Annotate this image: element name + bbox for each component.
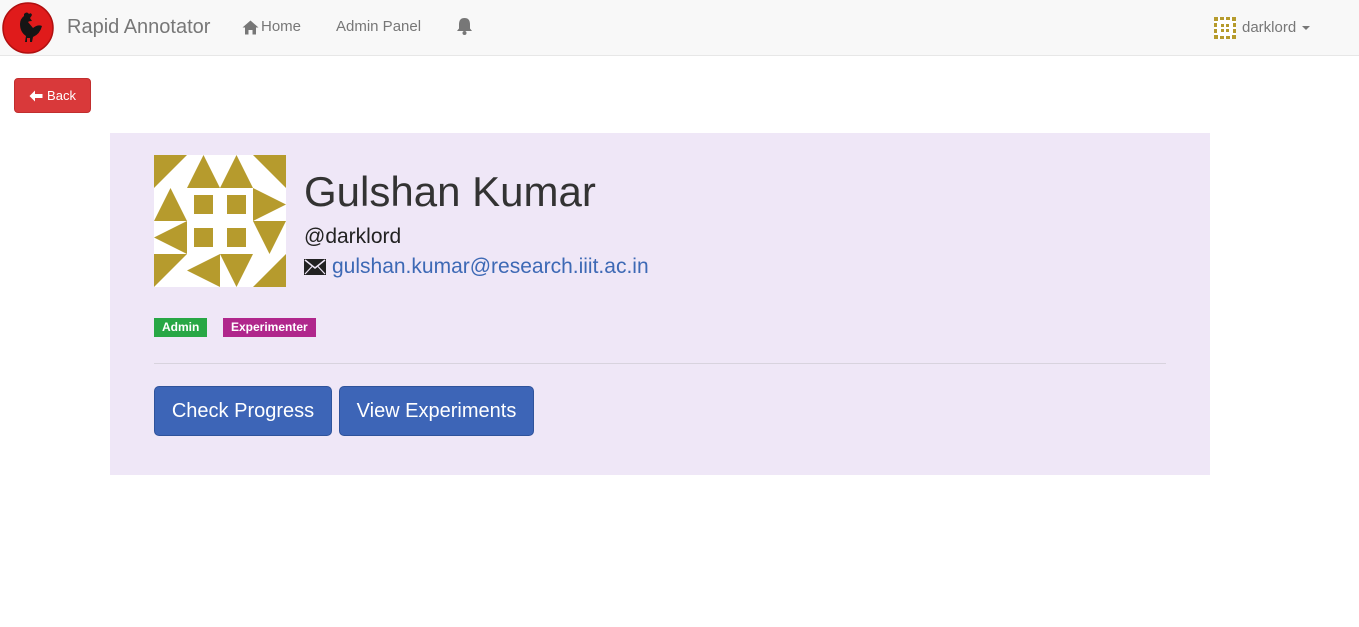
home-icon [242,20,259,34]
profile-email-link[interactable]: gulshan.kumar@research.iiit.ac.in [332,255,649,279]
identicon-avatar-icon [1214,17,1236,39]
envelope-icon [304,259,326,275]
bell-icon [457,18,472,35]
caret-down-icon [1302,26,1311,30]
role-badge-experimenter: Experimenter [223,318,316,337]
profile-full-name: Gulshan Kumar [304,168,596,215]
nav-admin-panel[interactable]: Admin Panel [336,18,421,36]
role-badge-admin: Admin [154,318,208,337]
back-button-label: Back [47,88,76,103]
brand-name[interactable]: Rapid Annotator [67,16,210,38]
divider [154,363,1166,364]
arrow-left-icon [29,90,43,101]
nav-home[interactable]: Home [242,18,301,36]
nav-home-label: Home [261,18,302,35]
profile-username: @darklord [304,225,402,248]
profile-email-row: gulshan.kumar@research.iiit.ac.in [304,255,649,279]
check-progress-button[interactable]: Check Progress [154,386,332,436]
navbar: Rapid Annotator Home Admin Panel darklor… [0,0,1359,56]
profile-card: Gulshan Kumar @darklord gulshan.kumar@re… [110,133,1210,475]
user-menu-label: darklord [1242,19,1297,36]
back-button[interactable]: Back [14,78,91,113]
view-experiments-button[interactable]: View Experiments [339,386,534,436]
user-menu[interactable]: darklord [1214,16,1311,40]
rooster-logo-icon[interactable] [2,2,54,54]
identicon-avatar-icon [154,155,286,287]
notifications-button[interactable] [456,17,473,35]
